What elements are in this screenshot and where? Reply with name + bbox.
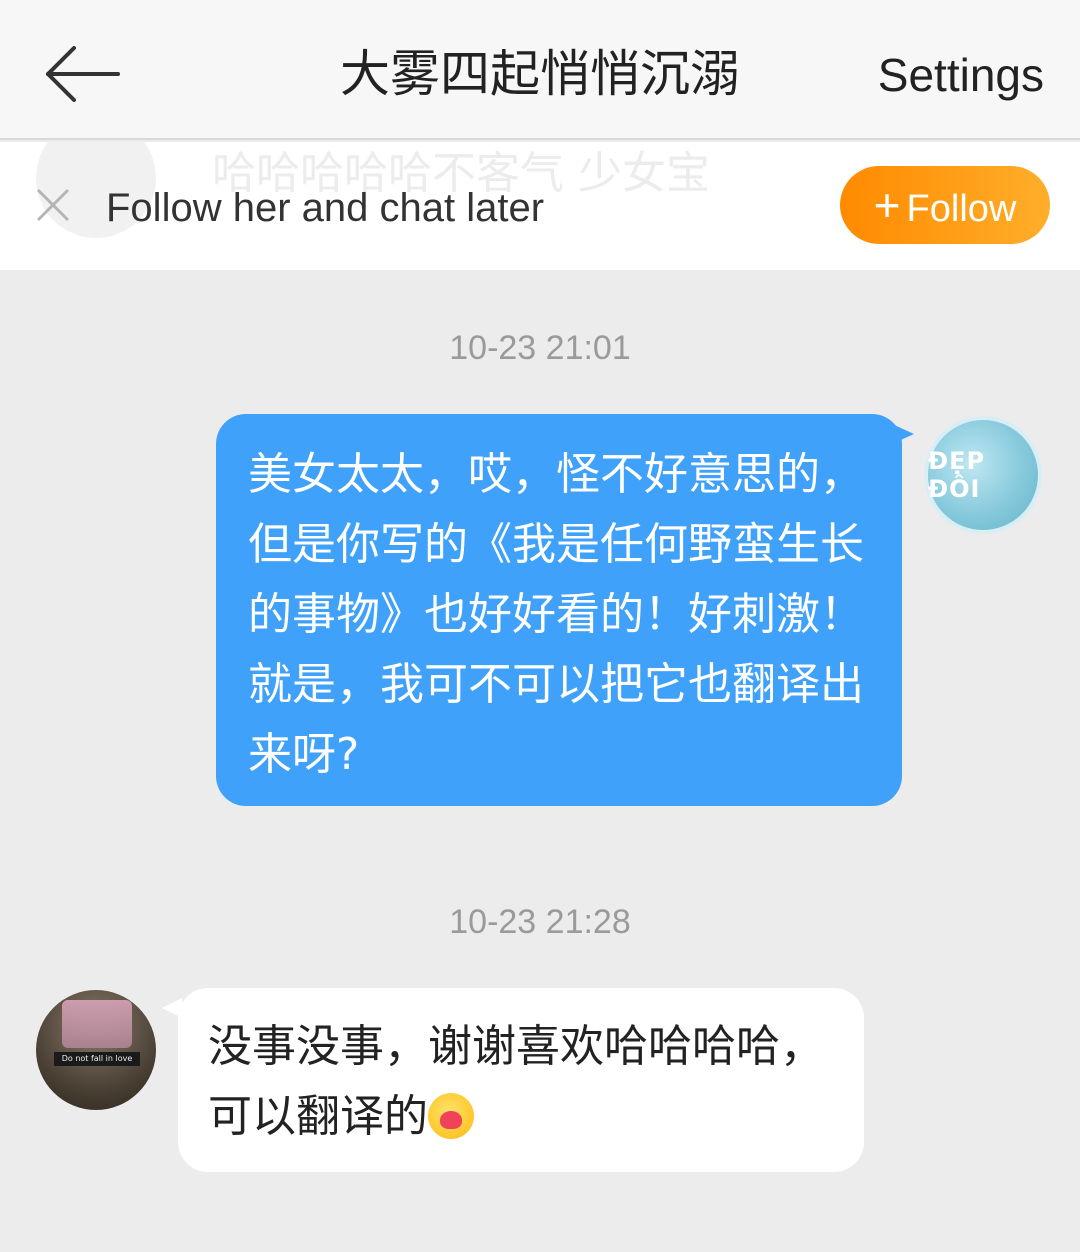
back-button[interactable] <box>34 36 130 112</box>
avatar-sticker-text: Do not fall in love <box>54 1052 140 1066</box>
outgoing-message-bubble[interactable]: 美女太太，哎，怪不好意思的，但是你写的《我是任何野蛮生长的事物》也好好看的！好刺… <box>216 414 902 806</box>
back-arrow-icon <box>46 46 120 102</box>
close-icon <box>36 188 70 222</box>
dismiss-banner-button[interactable] <box>30 182 76 228</box>
settings-button[interactable]: Settings <box>878 44 1044 106</box>
follow-button[interactable]: + Follow <box>840 166 1050 244</box>
incoming-message-text: 没事没事，谢谢喜欢哈哈哈哈，可以翻译的 <box>208 1021 824 1142</box>
message-timestamp: 10-23 21:01 <box>449 329 631 367</box>
message-timestamp: 10-23 21:28 <box>449 903 631 941</box>
chat-title: 大雾四起悄悄沉溺 <box>340 45 740 103</box>
incoming-message-bubble[interactable]: 没事没事，谢谢喜欢哈哈哈哈，可以翻译的 <box>178 988 864 1172</box>
top-bar: 大雾四起悄悄沉溺 Settings <box>0 0 1080 140</box>
my-avatar[interactable]: ĐẸP ĐÔI <box>924 416 1042 534</box>
contact-avatar[interactable]: Do not fall in love <box>36 990 156 1110</box>
hugging-heart-emoji-icon <box>428 1093 474 1139</box>
plus-icon: + <box>873 179 901 231</box>
follow-banner: 哈哈哈哈哈不客气 少女宝 Follow her and chat later +… <box>0 142 1080 270</box>
follow-button-label: Follow <box>906 188 1017 230</box>
avatar-photo-window <box>62 1000 132 1048</box>
follow-hint-text: Follow her and chat later <box>106 186 545 230</box>
avatar-text: ĐẸP ĐÔI <box>928 447 986 503</box>
